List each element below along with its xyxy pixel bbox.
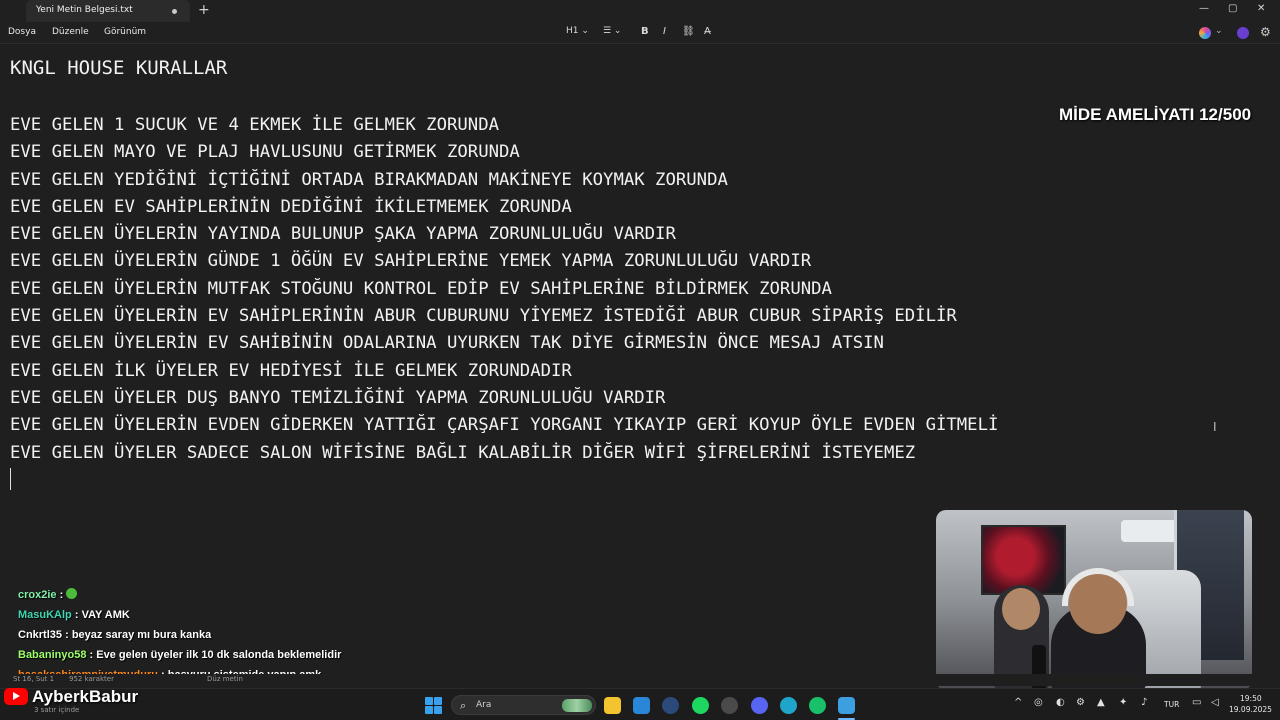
ibeam-cursor-icon: I xyxy=(1213,420,1217,434)
clock-date[interactable]: 19.09.2025 xyxy=(1229,705,1272,714)
obs-icon[interactable] xyxy=(721,697,738,714)
close-button[interactable]: ✕ xyxy=(1257,3,1265,14)
rule-line: EVE GELEN İLK ÜYELER EV HEDİYESİ İLE GEL… xyxy=(10,360,572,381)
clock-time[interactable]: 19:50 xyxy=(1240,694,1262,703)
title-bar: Yeni Metin Belgesi.txt + — ▢ ✕ xyxy=(0,0,1280,22)
character-count: 952 karakter xyxy=(69,675,114,683)
chat-username: crox2ie xyxy=(18,589,57,601)
chat-message: Babaninyo58 : Eve gelen üyeler ilk 10 dk… xyxy=(18,649,342,661)
taskbar-search[interactable]: ⌕ Ara xyxy=(451,695,596,715)
store-icon[interactable] xyxy=(633,697,650,714)
cursor-position: St 16, Sut 1 xyxy=(13,675,55,683)
rule-line: EVE GELEN 1 SUCUK VE 4 EKMEK İLE GELMEK … xyxy=(10,115,499,135)
tray-overflow-icon[interactable]: ^ xyxy=(1014,697,1022,708)
chat-message: MasuKAlp : VAY AMK xyxy=(18,609,130,621)
rule-line: EVE GELEN ÜYELERİN EVDEN GİDERKEN YATTIĞ… xyxy=(10,415,999,436)
chat-username: MasuKAlp xyxy=(18,609,72,621)
text-mode: Düz metin xyxy=(207,675,243,683)
rule-line: EVE GELEN ÜYELERİN YAYINDA BULUNUP ŞAKA … xyxy=(10,224,676,245)
tray-icon[interactable]: ◎ xyxy=(1034,697,1043,708)
chat-message: Cnkrtl35 : beyaz saray mı bura kanka xyxy=(18,629,212,641)
clear-format-button[interactable]: A̶ xyxy=(704,26,711,37)
copilot-icon[interactable] xyxy=(1199,27,1211,39)
webcam-feed xyxy=(936,510,1252,690)
bold-button[interactable]: B xyxy=(641,26,649,37)
document-tab[interactable]: Yeni Metin Belgesi.txt xyxy=(26,0,190,22)
document-heading: KNGL HOUSE KURALLAR xyxy=(10,57,228,79)
rule-line: EVE GELEN EV SAHİPLERİNİN DEDİĞİNİ İKİLE… xyxy=(10,196,572,217)
display-icon[interactable]: ▭ xyxy=(1192,697,1201,708)
minimize-button[interactable]: — xyxy=(1199,3,1209,14)
discord-icon[interactable] xyxy=(751,697,768,714)
rule-line: EVE GELEN ÜYELERİN EV SAHİPLERİNİN ABUR … xyxy=(10,306,957,327)
list-dropdown[interactable]: ☰ ⌄ xyxy=(603,26,621,36)
spotify-icon[interactable] xyxy=(692,697,709,714)
rule-line: EVE GELEN ÜYELERİN EV SAHİBİNİN ODALARIN… xyxy=(10,333,884,354)
maximize-button[interactable]: ▢ xyxy=(1228,3,1237,14)
heading-dropdown[interactable]: H1 ⌄ xyxy=(566,26,589,36)
tab-title: Yeni Metin Belgesi.txt xyxy=(36,5,133,15)
goal-counter-overlay: MİDE AMELİYATI 12/500 xyxy=(1059,105,1252,124)
chat-text: Eve gelen üyeler ilk 10 dk salonda bekle… xyxy=(96,649,342,661)
app-icon[interactable] xyxy=(809,697,826,714)
rule-line: EVE GELEN ÜYELERİN MUTFAK STOĞUNU KONTRO… xyxy=(10,278,832,299)
emote-icon xyxy=(66,588,78,599)
microphone-icon[interactable]: ♪ xyxy=(1141,697,1147,708)
search-icon: ⌕ xyxy=(460,699,467,712)
input-language[interactable]: TUR xyxy=(1164,700,1179,709)
settings-gear-icon[interactable]: ⚙ xyxy=(1260,25,1271,39)
windows-taskbar: ⌕ Ara ^ ◎ ◐ ⚙ ▲ ✦ ♪ TUR ▭ ◁ 19:50 19.09.… xyxy=(0,688,1280,720)
person-left-head xyxy=(1002,588,1040,630)
text-caret xyxy=(10,468,11,490)
status-bar: St 16, Sut 1 952 karakter Düz metin xyxy=(0,674,1280,686)
tray-icon[interactable]: ▲ xyxy=(1097,697,1105,708)
chat-username: Cnkrtl35 xyxy=(18,629,63,641)
chat-text: VAY AMK xyxy=(81,609,130,621)
rule-line: EVE GELEN ÜYELER SADECE SALON WİFİSİNE B… xyxy=(10,442,916,463)
link-button[interactable]: ⛓ xyxy=(682,26,695,37)
rules-list: EVE GELEN 1 SUCUK VE 4 EKMEK İLE GELMEK … xyxy=(10,112,998,467)
chat-text: beyaz saray mı bura kanka xyxy=(71,629,212,641)
menu-edit[interactable]: Düzenle xyxy=(52,27,89,37)
rule-line: EVE GELEN MAYO VE PLAJ HAVLUSUNU GETİRME… xyxy=(10,142,520,163)
rule-line: EVE GELEN ÜYELER DUŞ BANYO TEMİZLİĞİNİ Y… xyxy=(10,387,666,408)
start-windows-icon[interactable] xyxy=(425,697,442,714)
tray-icon[interactable]: ◐ xyxy=(1056,697,1065,708)
chat-message: crox2ie : xyxy=(18,585,538,605)
rule-line: EVE GELEN YEDİĞİNİ İÇTİĞİNİ ORTADA BIRAK… xyxy=(10,169,728,190)
unsaved-dot-icon xyxy=(172,9,177,14)
account-icon[interactable] xyxy=(1237,27,1249,39)
italic-button[interactable]: I xyxy=(663,26,666,37)
menu-bar: Dosya Düzenle Görünüm H1 ⌄ ☰ ⌄ B I ⛓ A̶ … xyxy=(0,22,1280,44)
menu-file[interactable]: Dosya xyxy=(8,27,36,37)
menu-view[interactable]: Görünüm xyxy=(104,27,146,37)
edge-icon[interactable] xyxy=(780,697,797,714)
new-tab-button[interactable]: + xyxy=(198,2,210,18)
steam-icon[interactable] xyxy=(662,697,679,714)
notepad-icon[interactable] xyxy=(838,697,855,714)
file-explorer-icon[interactable] xyxy=(604,697,621,714)
tray-icon[interactable]: ⚙ xyxy=(1076,697,1085,708)
rule-line: EVE GELEN ÜYELERİN GÜNDE 1 ÖĞÜN EV SAHİP… xyxy=(10,251,812,272)
search-highlight-image xyxy=(562,699,592,712)
chat-username: Babaninyo58 xyxy=(18,649,87,661)
copilot-chevron-icon[interactable]: ⌄ xyxy=(1215,26,1223,36)
volume-icon[interactable]: ◁ xyxy=(1211,697,1219,708)
chat-overlay: crox2ie : MasuKAlp : VAY AMK Cnkrtl35 : … xyxy=(18,585,538,685)
tray-icon[interactable]: ✦ xyxy=(1119,697,1127,708)
search-label: Ara xyxy=(476,700,492,710)
